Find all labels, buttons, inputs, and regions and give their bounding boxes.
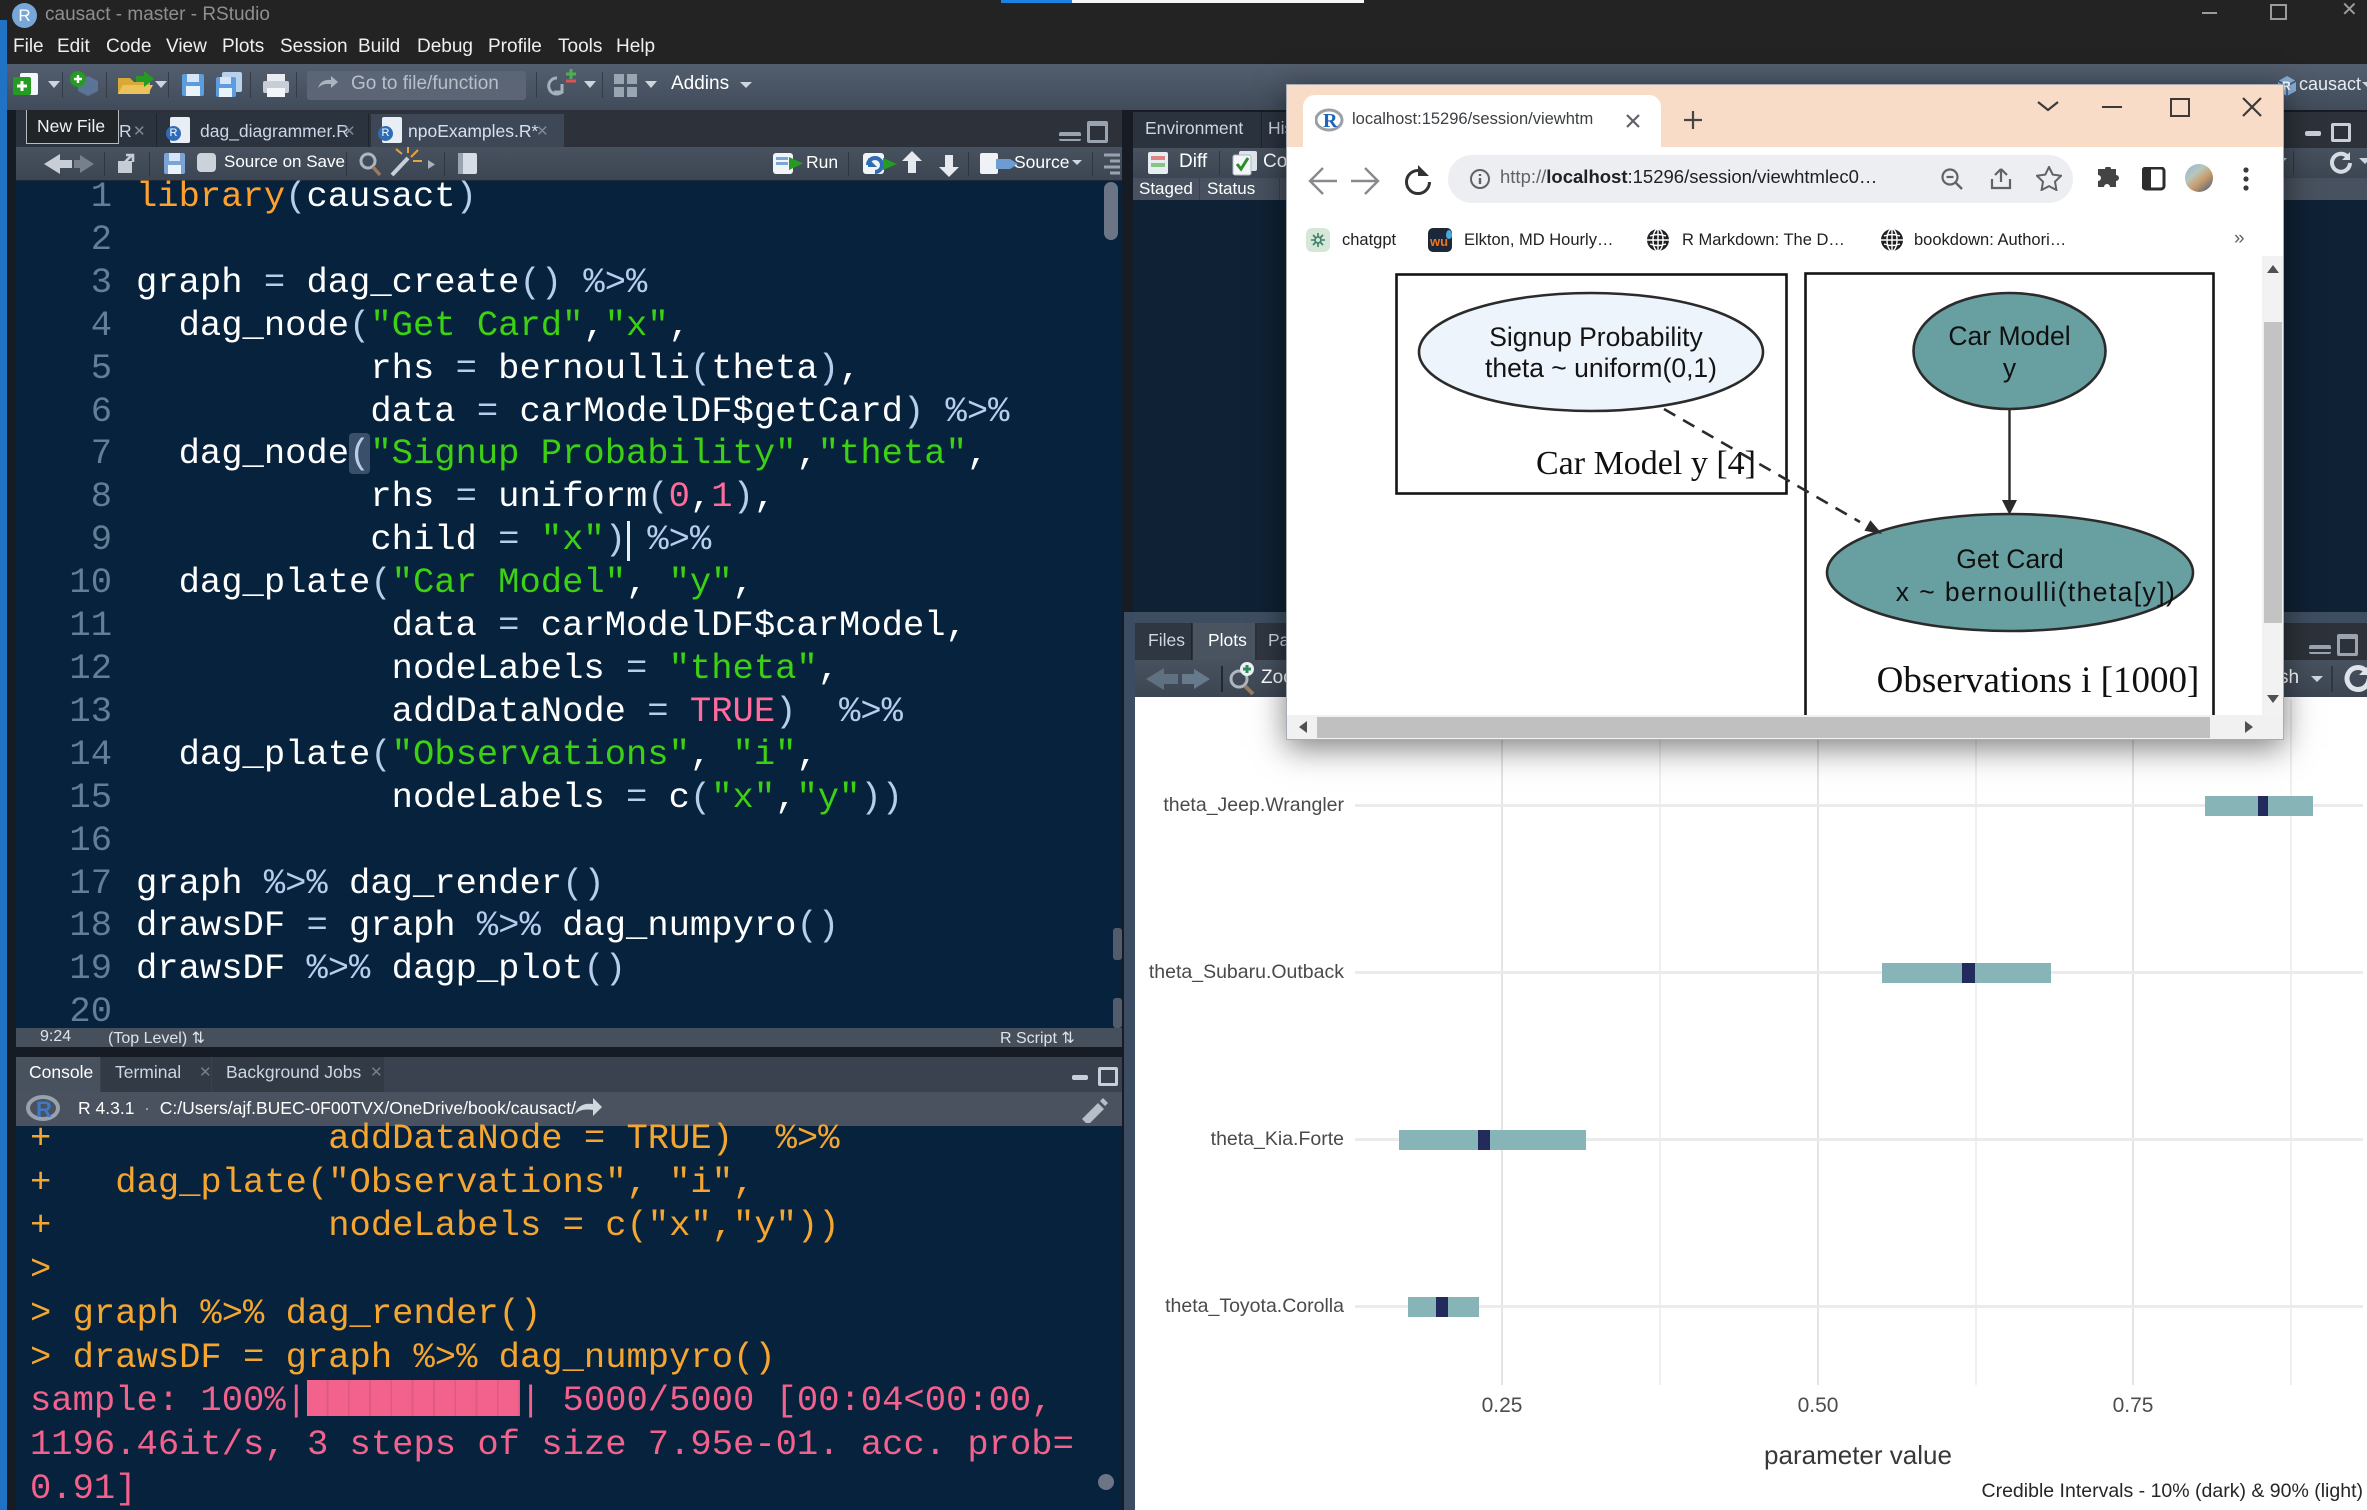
svg-text:x ~ bernoulli(theta[y]): x ~ bernoulli(theta[y]) <box>1896 577 2176 607</box>
svg-text:y: y <box>2003 353 2017 383</box>
svg-text:theta ~ uniform(0,1): theta ~ uniform(0,1) <box>1485 353 1717 383</box>
svg-text:Get Card: Get Card <box>1956 544 2064 574</box>
svg-text:Car Model: Car Model <box>1948 321 2070 351</box>
svg-text:Signup Probability: Signup Probability <box>1489 322 1703 352</box>
svg-text:Observations i [1000]: Observations i [1000] <box>1877 660 2200 701</box>
svg-text:Car Model y [4]: Car Model y [4] <box>1536 445 1756 482</box>
svg-text:R: R <box>1323 110 1338 132</box>
